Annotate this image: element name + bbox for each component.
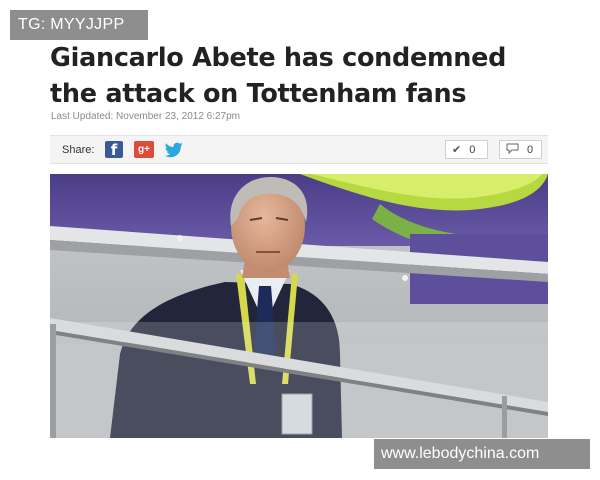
article-photo: [50, 174, 548, 438]
last-updated: Last Updated: November 23, 2012 6:27pm: [51, 111, 241, 122]
share-bar: Share: f g+ ✔ 0 0: [50, 135, 548, 164]
like-count: 0: [469, 143, 476, 156]
comment-counter[interactable]: 0: [499, 140, 542, 159]
comment-count: 0: [527, 143, 534, 156]
comment-bubble-icon: [506, 143, 519, 157]
share-label: Share:: [62, 144, 95, 156]
site-watermark: www.lebodychina.com: [374, 439, 590, 469]
checkmark-icon: ✔: [452, 144, 462, 156]
article-headline: Giancarlo Abete has condemned the attack…: [50, 43, 507, 109]
tag-overlay: TG: MYYJJPP: [10, 10, 148, 40]
like-counter[interactable]: ✔ 0: [445, 140, 488, 159]
photo-man-in-suit-at-stadium: [50, 174, 548, 438]
twitter-bird-icon[interactable]: [165, 141, 183, 158]
facebook-icon[interactable]: f: [105, 141, 123, 159]
google-plus-icon[interactable]: g+: [134, 141, 154, 158]
